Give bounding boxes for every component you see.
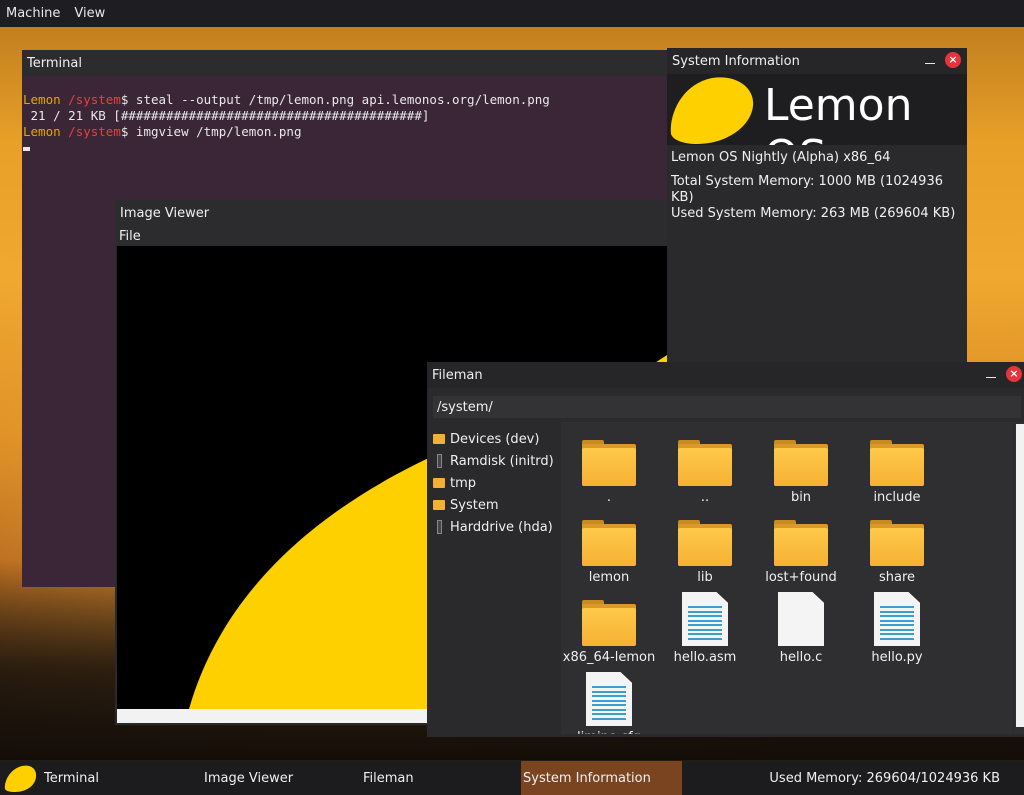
folder-icon	[678, 440, 732, 486]
sidebar-item[interactable]: tmp	[433, 472, 561, 494]
system-info-title: System Information	[672, 53, 800, 69]
image-viewer-menubar: File	[115, 226, 675, 246]
lemon-os-logo: Lemon OS	[667, 74, 967, 145]
taskbar-item-system-information[interactable]: System Information	[521, 761, 682, 795]
menubar: Machine View	[0, 0, 1024, 27]
file-item-label: .	[606, 490, 612, 505]
taskbar-item-fileman[interactable]: Fileman	[361, 761, 511, 795]
sidebar-item[interactable]: Harddrive (hda)	[433, 516, 561, 538]
sidebar-item-label: Devices (dev)	[450, 431, 540, 447]
system-info-titlebar[interactable]: System Information ×	[667, 48, 967, 74]
file-item[interactable]: hello.py	[849, 592, 945, 665]
file-item[interactable]: lemon	[561, 520, 657, 585]
text-file-icon	[874, 592, 920, 646]
file-item[interactable]: hello.c	[753, 592, 849, 665]
file-item[interactable]: limine.cfg	[561, 672, 657, 734]
drive-icon	[437, 520, 442, 534]
scrollbar-thumb[interactable]	[1016, 424, 1024, 727]
taskbar: Terminal Image Viewer Fileman System Inf…	[0, 761, 1024, 795]
terminal-titlebar[interactable]: Terminal	[22, 50, 682, 76]
file-grid-scrollbar[interactable]	[1014, 422, 1024, 734]
file-item[interactable]: share	[849, 520, 945, 585]
file-item[interactable]: bin	[753, 440, 849, 505]
folder-icon	[582, 440, 636, 486]
folder-icon	[870, 440, 924, 486]
file-icon	[778, 592, 824, 646]
sidebar-item-label: tmp	[450, 475, 477, 491]
file-item[interactable]: lost+found	[753, 520, 849, 585]
file-item-label: share	[878, 570, 916, 585]
menu-view[interactable]: View	[74, 6, 105, 21]
file-item-label: hello.py	[871, 650, 923, 665]
text-file-icon	[586, 672, 632, 726]
file-item[interactable]: include	[849, 440, 945, 505]
folder-icon	[433, 434, 445, 444]
sidebar-item[interactable]: System	[433, 494, 561, 516]
file-item[interactable]: x86_64-lemon	[561, 600, 657, 665]
terminal-line-3: Lemon /system$ imgview /tmp/lemon.png	[23, 124, 302, 139]
folder-icon	[582, 600, 636, 646]
file-item-label: bin	[790, 490, 812, 505]
folder-icon	[433, 478, 445, 488]
text-file-icon	[682, 592, 728, 646]
fileman-sidebar: Devices (dev) Ramdisk (initrd) tmp System Ha…	[433, 428, 561, 734]
sidebar-item[interactable]: Ramdisk (initrd)	[433, 450, 561, 472]
file-item-label: include	[873, 490, 921, 505]
terminal-line-1: Lemon /system$ steal --output /tmp/lemon…	[23, 92, 550, 107]
sidebar-item-label: Ramdisk (initrd)	[450, 453, 554, 469]
file-item-label: lemon	[588, 570, 630, 585]
sidebar-item-label: System	[450, 497, 499, 513]
file-item-label: lost+found	[765, 570, 837, 585]
system-info-window[interactable]: System Information × Lemon OS Lemon OS N…	[667, 48, 967, 373]
fileman-title: Fileman	[432, 367, 483, 383]
file-item-label: lib	[697, 570, 713, 585]
file-item-label: limine.cfg	[561, 730, 657, 734]
terminal-line-2: 21 / 21 KB [############################…	[23, 108, 430, 123]
taskbar-item-image-viewer[interactable]: Image Viewer	[202, 761, 352, 795]
drive-icon	[437, 454, 442, 468]
folder-icon	[582, 520, 636, 566]
folder-icon	[433, 500, 445, 510]
folder-icon	[774, 520, 828, 566]
file-item[interactable]: .	[561, 440, 657, 505]
file-item-label: ..	[700, 490, 710, 505]
minimize-button[interactable]	[923, 53, 937, 67]
file-item[interactable]: lib	[657, 520, 753, 585]
path-input[interactable]: /system/	[433, 396, 1021, 418]
system-info-body: Lemon OS Nightly (Alpha) x86_64 Total Sy…	[667, 145, 967, 227]
menu-machine[interactable]: Machine	[6, 6, 60, 21]
menu-file[interactable]: File	[119, 229, 141, 244]
file-item-label: hello.c	[779, 650, 823, 665]
close-button[interactable]: ×	[1006, 366, 1022, 382]
folder-icon	[774, 440, 828, 486]
folder-icon	[870, 520, 924, 566]
total-memory: Total System Memory: 1000 MB (1024936 KB…	[671, 174, 943, 205]
used-memory: Used System Memory: 263 MB (269604 KB)	[671, 206, 956, 221]
os-version: Lemon OS Nightly (Alpha) x86_64	[671, 150, 891, 165]
file-item-label: x86_64-lemon	[562, 650, 656, 665]
minimize-button[interactable]	[984, 367, 998, 381]
file-item[interactable]: hello.asm	[657, 592, 753, 665]
image-viewer-title: Image Viewer	[120, 205, 210, 221]
file-item-label: hello.asm	[673, 650, 737, 665]
file-item[interactable]: ..	[657, 440, 753, 505]
sidebar-item[interactable]: Devices (dev)	[433, 428, 561, 450]
fileman-titlebar[interactable]: Fileman ×	[427, 362, 1024, 388]
terminal-cursor	[23, 146, 30, 151]
logo-text: Lemon OS	[764, 80, 913, 145]
lemon-menu-icon[interactable]	[2, 761, 38, 795]
sidebar-item-label: Harddrive (hda)	[450, 519, 553, 535]
taskbar-item-terminal[interactable]: Terminal	[42, 761, 192, 795]
image-viewer-titlebar[interactable]: Image Viewer	[115, 200, 675, 226]
terminal-title: Terminal	[27, 55, 82, 71]
file-grid[interactable]: ... bin include lemon lib lost+found share x86_…	[561, 422, 1013, 734]
fileman-window[interactable]: Fileman × /system/ Devices (dev) Ramdisk …	[427, 362, 1024, 737]
memory-status: Used Memory: 269604/1024936 KB	[769, 770, 1000, 786]
lemon-icon	[670, 77, 754, 144]
close-button[interactable]: ×	[945, 52, 961, 68]
folder-icon	[678, 520, 732, 566]
